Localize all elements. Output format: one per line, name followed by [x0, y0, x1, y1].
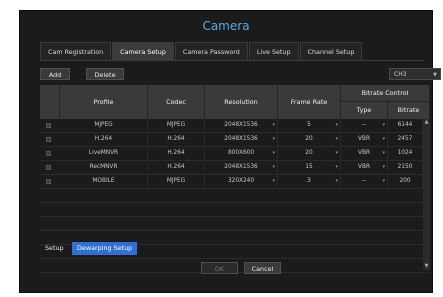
- row-frame-rate[interactable]: 20: [278, 147, 341, 160]
- row-checkbox[interactable]: [46, 179, 51, 184]
- table-row[interactable]: LiveMNVR H.264 800X600 20 VBR 1024: [40, 147, 430, 161]
- row-codec: MJPEG: [148, 119, 205, 132]
- row-resolution[interactable]: 2048X1536: [205, 119, 278, 132]
- row-bitrate[interactable]: 1024: [388, 147, 423, 160]
- row-codec: H.264: [148, 133, 205, 146]
- scroll-down-icon[interactable]: ▼: [423, 263, 430, 270]
- row-frame-rate[interactable]: 20: [278, 133, 341, 146]
- empty-row: [40, 217, 430, 231]
- row-checkbox[interactable]: [46, 137, 51, 142]
- row-codec: H.264: [148, 147, 205, 160]
- row-type[interactable]: --: [341, 175, 388, 188]
- row-frame-rate[interactable]: 5: [278, 119, 341, 132]
- table-row[interactable]: MJPEG MJPEG 2048X1536 5 -- 6144: [40, 119, 430, 133]
- table-row[interactable]: H.264 H.264 2048X1536 20 VBR 2457: [40, 133, 430, 147]
- table-row[interactable]: RecMNVR H.264 2048X1536 15 VBR 2150: [40, 161, 430, 175]
- channel-select[interactable]: CH3 ▼: [389, 68, 441, 80]
- tab-cam-registration[interactable]: Cam Registration: [40, 42, 112, 60]
- tab-setup[interactable]: Setup: [40, 242, 69, 255]
- tab-divider: [40, 60, 424, 61]
- table-scrollbar[interactable]: ▲ ▼: [423, 119, 430, 270]
- row-type[interactable]: VBR: [341, 161, 388, 174]
- header-codec: Codec: [148, 85, 205, 119]
- row-codec: MJPEG: [148, 175, 205, 188]
- row-checkbox[interactable]: [46, 151, 51, 156]
- delete-button[interactable]: Delete: [86, 68, 124, 80]
- tab-channel-setup[interactable]: Channel Setup: [299, 42, 363, 60]
- table-row[interactable]: MOBILE MJPEG 320X240 3 -- 200: [40, 175, 430, 189]
- row-bitrate[interactable]: 2457: [388, 133, 423, 146]
- tab-camera-setup[interactable]: Camera Setup: [112, 42, 174, 60]
- row-bitrate[interactable]: 6144: [388, 119, 423, 132]
- cancel-button[interactable]: Cancel: [244, 262, 281, 274]
- row-type[interactable]: VBR: [341, 133, 388, 146]
- row-frame-rate[interactable]: 15: [278, 161, 341, 174]
- header-resolution: Resolution: [205, 85, 278, 119]
- row-frame-rate[interactable]: 3: [278, 175, 341, 188]
- tab-camera-password[interactable]: Camera Password: [174, 42, 248, 60]
- tab-live-setup[interactable]: Live Setup: [248, 42, 299, 60]
- scroll-up-icon[interactable]: ▲: [423, 119, 430, 126]
- row-checkbox[interactable]: [46, 165, 51, 170]
- row-resolution[interactable]: 320X240: [205, 175, 278, 188]
- row-resolution[interactable]: 2048X1536: [205, 161, 278, 174]
- row-profile: MOBILE: [60, 175, 148, 188]
- tab-dewarping-setup[interactable]: Dewarping Setup: [72, 242, 138, 255]
- row-resolution[interactable]: 800X600: [205, 147, 278, 160]
- add-button[interactable]: Add: [40, 68, 70, 80]
- row-type[interactable]: VBR: [341, 147, 388, 160]
- header-frame-rate: Frame Rate: [278, 85, 341, 119]
- empty-row: [40, 189, 430, 203]
- row-profile: MJPEG: [60, 119, 148, 132]
- camera-dialog: Camera Cam Registration Camera Setup Cam…: [19, 10, 441, 293]
- row-type[interactable]: --: [341, 119, 388, 132]
- header-profile: Profile: [60, 85, 148, 119]
- row-bitrate[interactable]: 200: [388, 175, 423, 188]
- empty-row: [40, 203, 430, 217]
- tab-bar: Cam Registration Camera Setup Camera Pas…: [40, 42, 363, 60]
- row-codec: H.264: [148, 161, 205, 174]
- row-bitrate[interactable]: 2150: [388, 161, 423, 174]
- header-select-column: [40, 85, 60, 119]
- header-bitrate: Bitrate: [388, 102, 430, 119]
- row-profile: H.264: [60, 133, 148, 146]
- header-bitrate-control: Bitrate Control: [341, 85, 430, 102]
- ok-button[interactable]: OK: [201, 262, 238, 274]
- row-checkbox[interactable]: [46, 123, 51, 128]
- header-type: Type: [341, 102, 388, 119]
- dialog-title: Camera: [202, 19, 250, 33]
- row-profile: LiveMNVR: [60, 147, 148, 160]
- row-profile: RecMNVR: [60, 161, 148, 174]
- row-resolution[interactable]: 2048X1536: [205, 133, 278, 146]
- channel-select-value: CH3: [394, 71, 407, 78]
- chevron-down-icon: ▼: [433, 72, 437, 78]
